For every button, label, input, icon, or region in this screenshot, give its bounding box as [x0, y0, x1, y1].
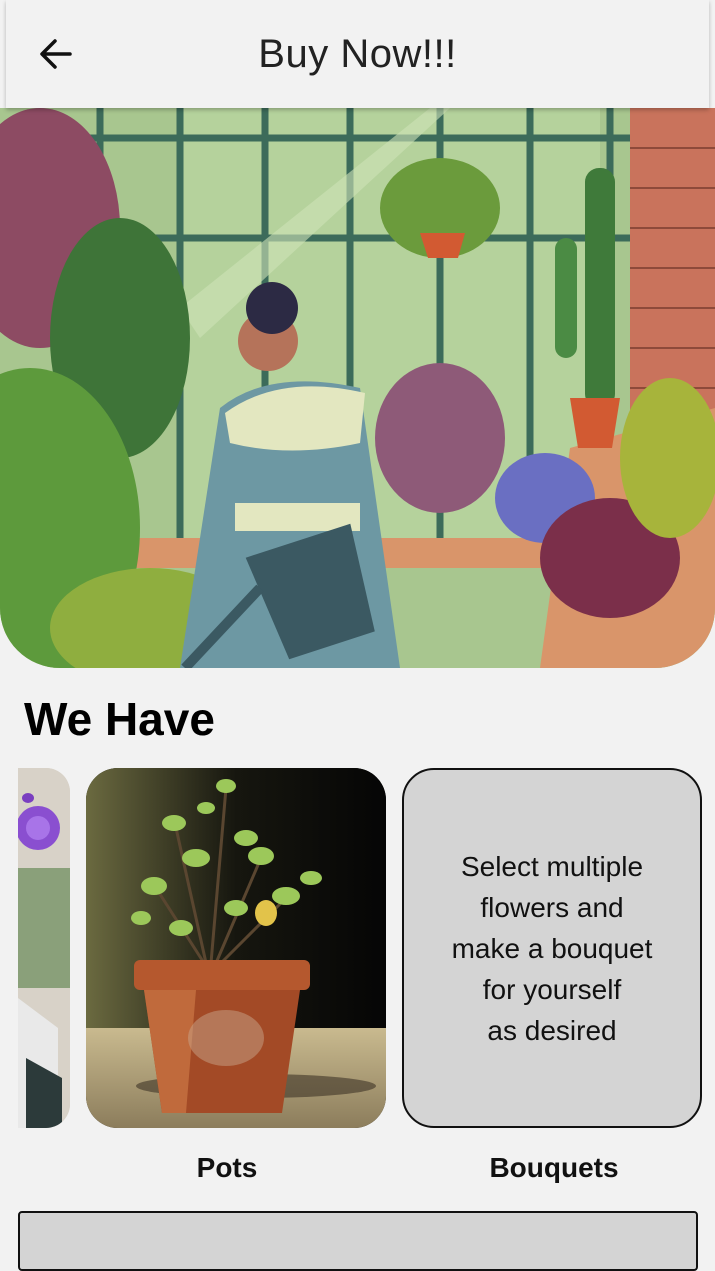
next-section-panel	[18, 1211, 698, 1271]
category-label-bouquets: Bouquets	[489, 1152, 619, 1183]
bouquet-description: Select multiple flowers and make a bouqu…	[451, 850, 653, 1046]
category-card-pots[interactable]	[86, 768, 386, 1128]
category-label-pots: Pots	[196, 1152, 258, 1183]
hero-image	[0, 108, 715, 668]
potted-plant-image	[86, 768, 386, 1128]
section-heading: We Have	[24, 693, 215, 745]
category-card-bouquets[interactable]: Select multiple flowers and make a bouqu…	[402, 768, 702, 1128]
app-bar: Buy Now!!!	[6, 0, 709, 108]
page-title: Buy Now!!!	[258, 31, 457, 76]
category-card-roses[interactable]	[18, 768, 70, 1128]
